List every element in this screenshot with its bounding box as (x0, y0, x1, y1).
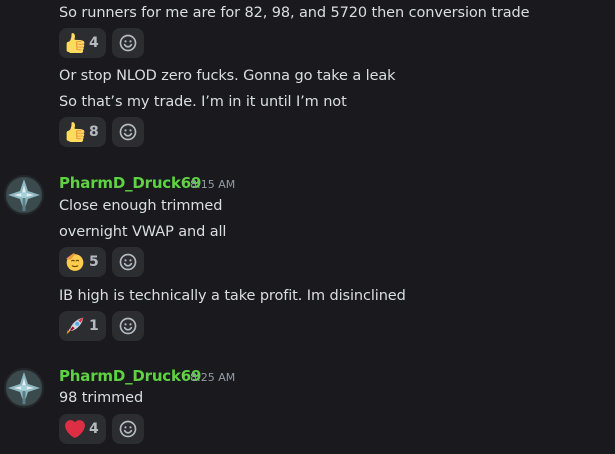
reaction-saluting-face[interactable]: 5 (59, 247, 106, 277)
rocket-icon (66, 317, 84, 335)
add-reaction-button[interactable] (111, 28, 144, 58)
message-text: Or stop NLOD zero fucks. Gonna go take a… (59, 68, 396, 84)
reaction-bar: 1 (59, 311, 144, 341)
smiley-icon (118, 316, 138, 336)
username[interactable]: PharmD_Druck69 (59, 173, 201, 193)
avatar[interactable] (4, 175, 44, 215)
add-reaction-button[interactable] (111, 414, 144, 444)
message-text: IB high is technically a take profit. Im… (59, 288, 406, 304)
reaction-thumbs-up[interactable]: 8 (59, 117, 106, 147)
smiley-icon (118, 33, 138, 53)
reaction-bar: 8 (59, 117, 144, 147)
message-text: overnight VWAP and all (59, 224, 227, 240)
smiley-icon (118, 419, 138, 439)
thumbs-up-icon (65, 122, 85, 142)
add-reaction-button[interactable] (111, 247, 144, 277)
red-heart-icon (65, 420, 85, 438)
message-text: So that’s my trade. I’m in it until I’m … (59, 94, 347, 110)
reaction-rocket[interactable]: 1 (59, 311, 106, 341)
reaction-count: 8 (89, 124, 99, 140)
smiley-icon (118, 252, 138, 272)
reaction-count: 4 (89, 35, 99, 51)
chat-log: So runners for me are for 82, 98, and 57… (0, 0, 615, 454)
avatar[interactable] (4, 368, 44, 408)
thumbs-up-icon (65, 33, 85, 53)
reaction-red-heart[interactable]: 4 (59, 414, 106, 444)
username[interactable]: PharmD_Druck69 (59, 366, 201, 386)
add-reaction-button[interactable] (111, 311, 144, 341)
reaction-thumbs-up[interactable]: 4 (59, 28, 106, 58)
reaction-bar: 4 (59, 28, 144, 58)
add-reaction-button[interactable] (111, 117, 144, 147)
timestamp: 8:15 AM (190, 178, 236, 191)
smiley-icon (118, 122, 138, 142)
message-text: 98 trimmed (59, 390, 144, 406)
message-text: Close enough trimmed (59, 198, 223, 214)
message-text: So runners for me are for 82, 98, and 57… (59, 5, 530, 21)
reaction-count: 5 (89, 254, 99, 270)
saluting-face-icon (66, 253, 84, 271)
timestamp: 8:25 AM (190, 371, 236, 384)
reaction-count: 4 (89, 421, 99, 437)
reaction-count: 1 (89, 318, 99, 334)
reaction-bar: 5 (59, 247, 144, 277)
reaction-bar: 4 (59, 414, 144, 444)
